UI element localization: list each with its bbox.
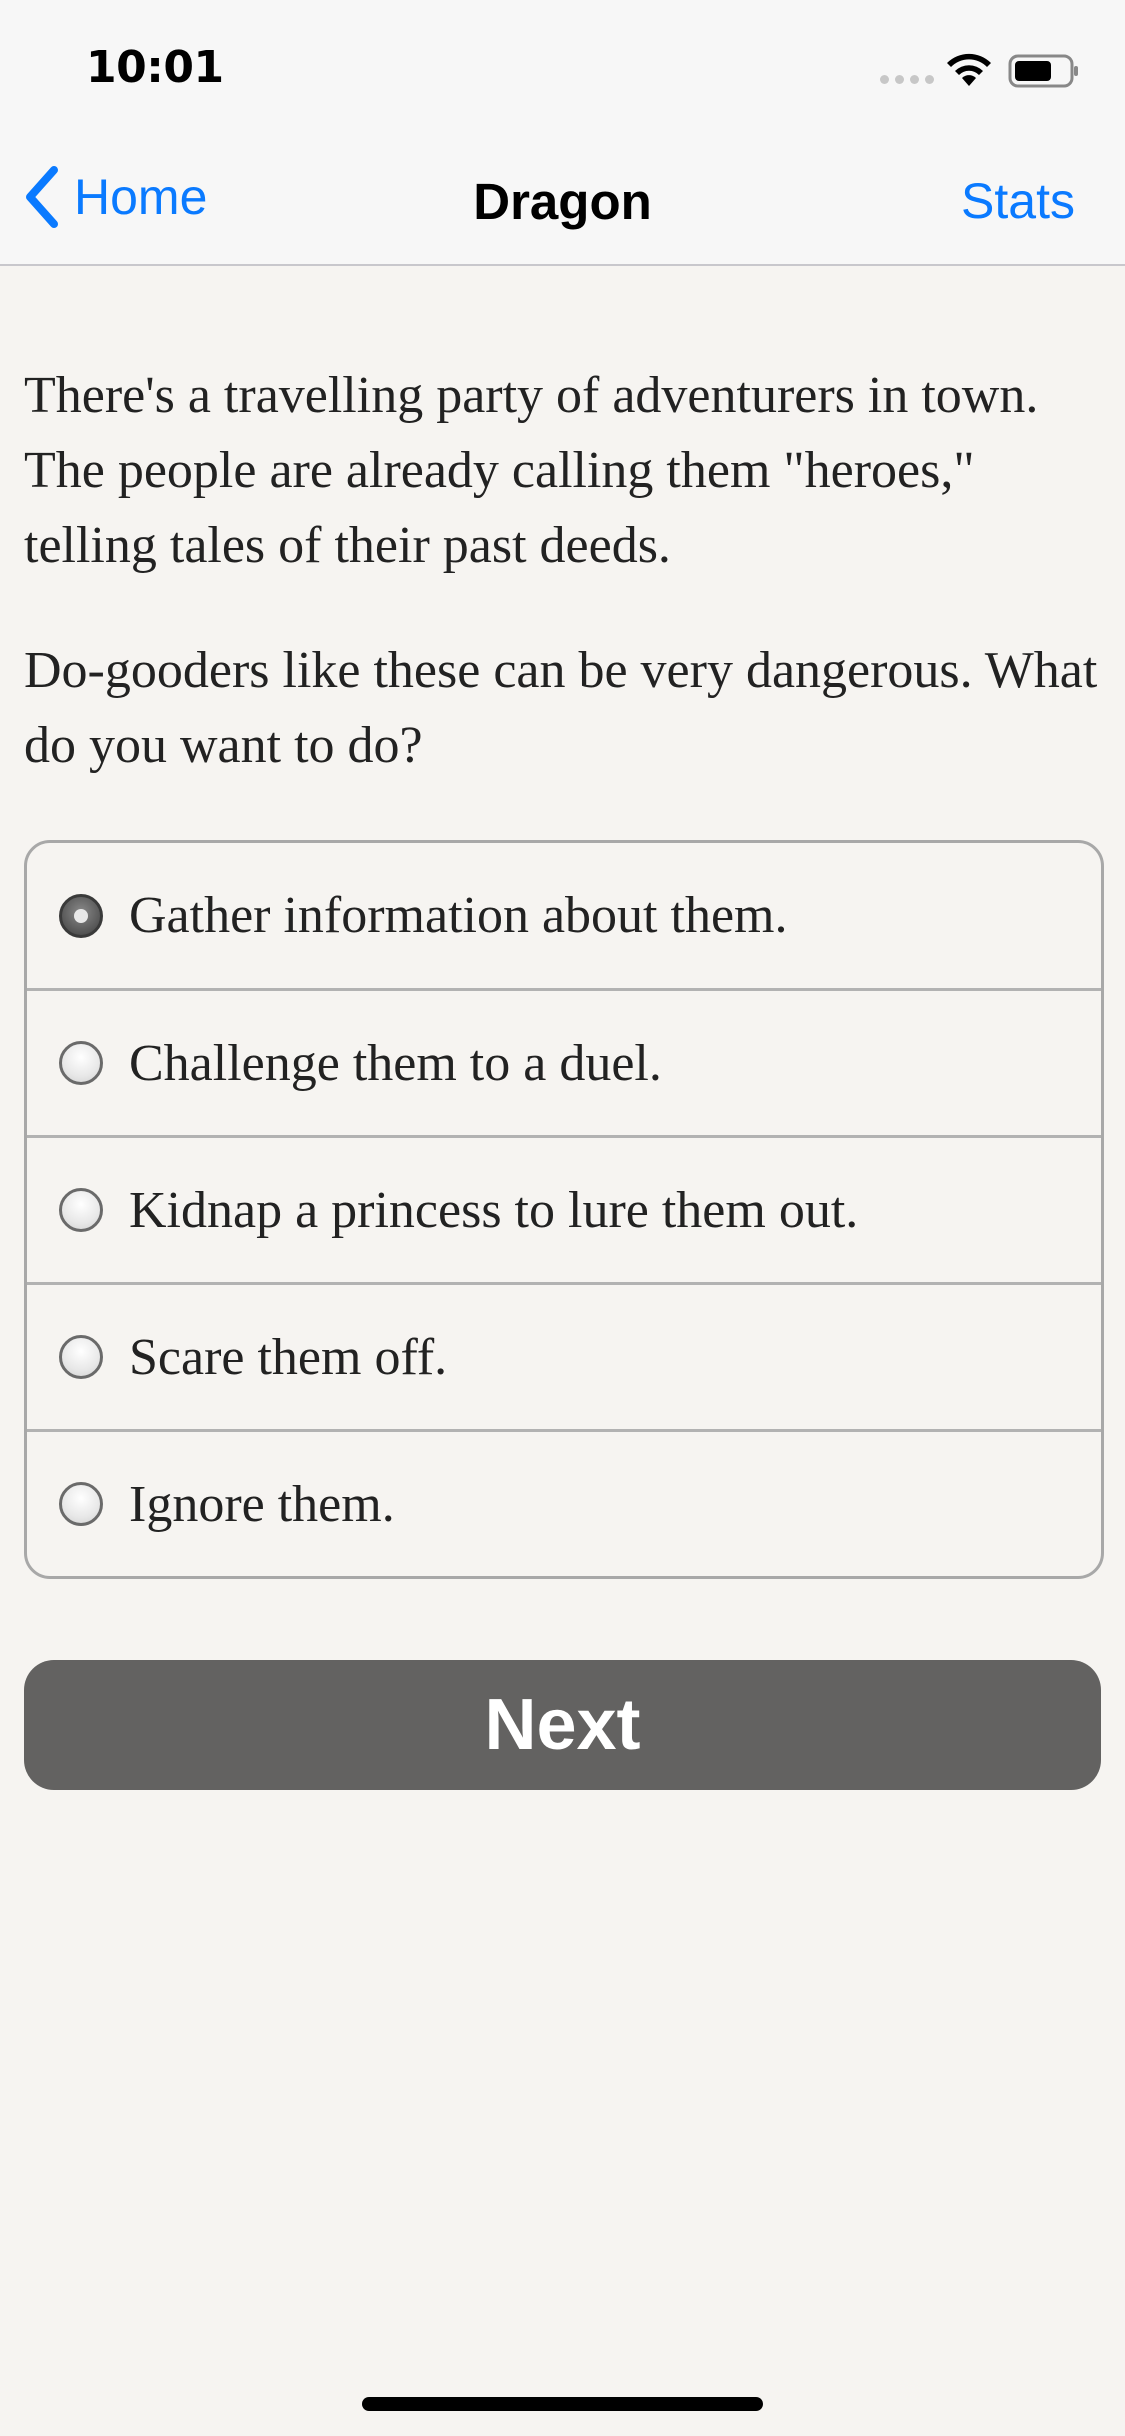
home-indicator[interactable] bbox=[362, 2397, 763, 2411]
radio-unchecked-icon[interactable] bbox=[59, 1188, 103, 1232]
wifi-icon bbox=[947, 53, 991, 86]
choice-option[interactable]: Kidnap a princess to lure them out. bbox=[27, 1135, 1101, 1282]
choice-label: Scare them off. bbox=[129, 1328, 448, 1386]
radio-unchecked-icon[interactable] bbox=[59, 1335, 103, 1379]
radio-checked-icon[interactable] bbox=[59, 893, 103, 938]
choice-option[interactable]: Gather information about them. bbox=[27, 843, 1101, 988]
story-paragraph: There's a travelling party of adventurer… bbox=[24, 367, 1039, 574]
signal-dots-icon bbox=[880, 75, 934, 84]
navigation-bar: Home Dragon Stats bbox=[0, 132, 1125, 266]
status-bar: 10:01 bbox=[0, 0, 1125, 132]
choice-list: Gather information about them. Challenge… bbox=[24, 840, 1104, 1579]
choice-label: Challenge them to a duel. bbox=[129, 1034, 662, 1092]
choice-label: Kidnap a princess to lure them out. bbox=[129, 1181, 859, 1239]
next-button[interactable]: Next bbox=[24, 1660, 1101, 1790]
battery-icon bbox=[1008, 54, 1078, 88]
page-title: Dragon bbox=[473, 173, 652, 230]
choice-option[interactable]: Challenge them to a duel. bbox=[27, 988, 1101, 1135]
choice-option[interactable]: Ignore them. bbox=[27, 1429, 1101, 1576]
radio-unchecked-icon[interactable] bbox=[59, 1482, 103, 1526]
choice-label: Ignore them. bbox=[129, 1475, 395, 1533]
story-text: There's a travelling party of adventurer… bbox=[24, 358, 1104, 783]
choice-label: Gather information about them. bbox=[129, 887, 788, 944]
story-paragraph: Do-gooders like these can be very danger… bbox=[24, 642, 1098, 774]
choice-option[interactable]: Scare them off. bbox=[27, 1282, 1101, 1429]
status-time: 10:01 bbox=[86, 42, 224, 93]
radio-unchecked-icon[interactable] bbox=[59, 1041, 103, 1085]
stats-button[interactable]: Stats bbox=[961, 172, 1075, 230]
